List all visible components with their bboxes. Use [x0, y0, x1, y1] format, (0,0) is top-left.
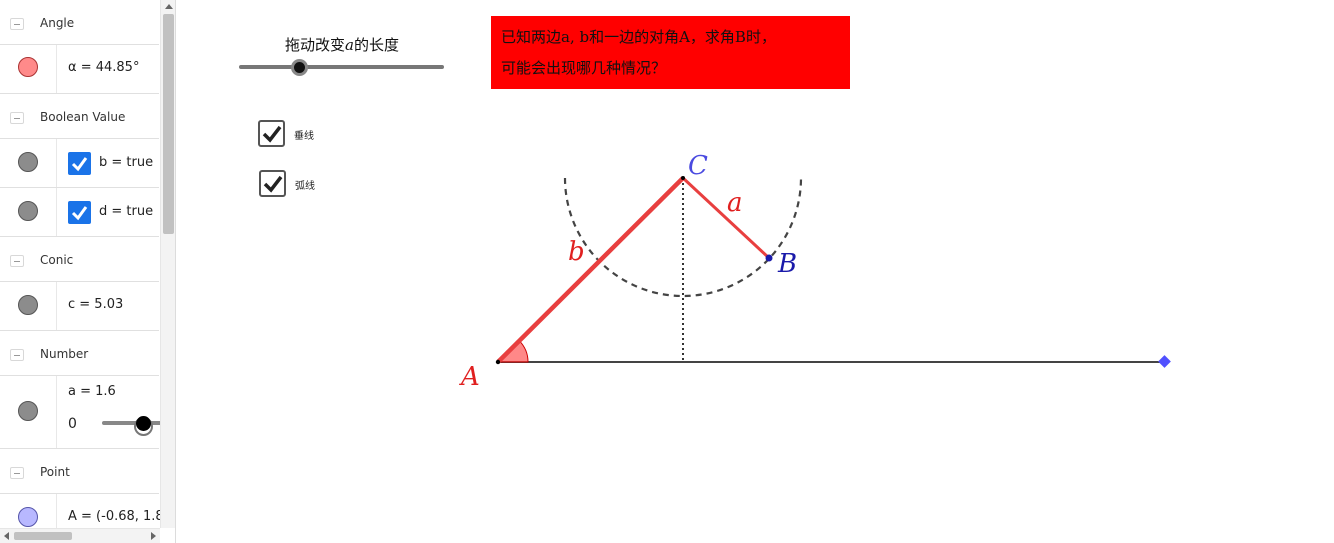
algebra-value-c[interactable]: c = 5.03: [68, 297, 123, 312]
collapse-icon[interactable]: [10, 255, 24, 267]
group-label-number: Number: [40, 347, 89, 361]
checkbox-d[interactable]: [68, 201, 91, 224]
group-header-boolean[interactable]: Boolean Value: [0, 94, 159, 139]
visibility-toggle-icon[interactable]: [18, 152, 38, 172]
algebra-row-b[interactable]: b = true: [0, 139, 159, 188]
graphics-view[interactable]: 拖动改变a的长度 垂线 弧线 已知两边a, b和一边的对角A，求角B时， 可能会…: [177, 0, 1334, 543]
algebra-row-alpha[interactable]: α = 44.85°: [0, 45, 159, 94]
group-label-conic: Conic: [40, 253, 74, 267]
group-label-angle: Angle: [40, 16, 75, 30]
algebra-value-alpha[interactable]: α = 44.85°: [68, 60, 139, 75]
slider-caption-suffix: 的长度: [353, 36, 399, 54]
vertical-scrollbar[interactable]: [160, 0, 175, 528]
checkmark-icon: [262, 125, 282, 143]
collapse-icon[interactable]: [10, 18, 24, 30]
group-header-point[interactable]: Point: [0, 449, 159, 494]
point-A[interactable]: [495, 359, 501, 365]
scrollbar-thumb[interactable]: [14, 532, 72, 540]
algebra-value-a[interactable]: a = 1.6: [68, 384, 116, 399]
checkmark-icon: [263, 175, 283, 193]
label-C[interactable]: C: [688, 151, 708, 181]
visibility-toggle-icon[interactable]: [18, 57, 38, 77]
visibility-toggle-icon[interactable]: [18, 201, 38, 221]
checkbox-perpendicular-label: 垂线: [294, 131, 314, 142]
algebra-view: Angle α = 44.85° Boolean Value b = true: [0, 0, 176, 543]
checkmark-icon: [71, 206, 88, 221]
scroll-right-icon[interactable]: [151, 532, 156, 540]
visibility-toggle-icon[interactable]: [18, 401, 38, 421]
ray-end-handle[interactable]: [1158, 355, 1171, 368]
group-label-point: Point: [40, 465, 70, 479]
slider-caption-prefix: 拖动改变: [285, 36, 346, 54]
label-A[interactable]: A: [461, 362, 480, 392]
scroll-left-icon[interactable]: [4, 532, 9, 540]
collapse-icon[interactable]: [10, 112, 24, 124]
algebra-row-d[interactable]: d = true: [0, 188, 159, 237]
checkbox-arc-label: 弧线: [295, 181, 315, 192]
point-B[interactable]: [765, 254, 773, 262]
label-B[interactable]: B: [778, 249, 797, 279]
group-header-angle[interactable]: Angle: [0, 0, 159, 45]
group-header-conic[interactable]: Conic: [0, 237, 159, 282]
slider-a-knob[interactable]: [291, 59, 308, 76]
slider-caption-var: a: [345, 36, 354, 54]
geogebra-app: Angle α = 44.85° Boolean Value b = true: [0, 0, 1334, 543]
checkbox-b[interactable]: [68, 152, 91, 175]
point-C[interactable]: [681, 176, 685, 180]
checkbox-arc[interactable]: [259, 170, 286, 197]
checkmark-icon: [71, 157, 88, 172]
group-header-number[interactable]: Number: [0, 331, 159, 376]
question-line-1: 已知两边a, b和一边的对角A，求角B时，: [501, 28, 776, 46]
segment-b[interactable]: [496, 176, 685, 364]
scroll-up-icon[interactable]: [165, 4, 173, 9]
group-label-boolean: Boolean Value: [40, 110, 126, 124]
label-b[interactable]: b: [568, 237, 585, 267]
algebra-slider-a-track[interactable]: [102, 421, 162, 425]
visibility-toggle-icon[interactable]: [18, 507, 38, 527]
algebra-value-A[interactable]: A = (-0.68, 1.8: [68, 509, 164, 524]
slider-caption: 拖动改变a的长度: [285, 34, 399, 55]
algebra-row-c[interactable]: c = 5.03: [0, 282, 159, 331]
slider-a-track[interactable]: [239, 65, 444, 69]
scrollbar-thumb[interactable]: [163, 14, 174, 234]
algebra-value-b[interactable]: b = true: [99, 155, 153, 170]
collapse-icon[interactable]: [10, 349, 24, 361]
algebra-row-a[interactable]: a = 1.6 0: [0, 376, 159, 449]
collapse-icon[interactable]: [10, 467, 24, 479]
label-a[interactable]: a: [727, 188, 743, 218]
question-line-2: 可能会出现哪几种情况？: [501, 59, 667, 77]
algebra-value-d[interactable]: d = true: [99, 204, 153, 219]
horizontal-scrollbar[interactable]: [0, 528, 160, 543]
slider-min-label: 0: [68, 416, 77, 432]
visibility-toggle-icon[interactable]: [18, 295, 38, 315]
algebra-slider-a-knob[interactable]: [136, 416, 151, 431]
segment-a[interactable]: [681, 176, 771, 260]
checkbox-perpendicular[interactable]: [258, 120, 285, 147]
question-textbox: 已知两边a, b和一边的对角A，求角B时， 可能会出现哪几种情况？: [491, 16, 850, 89]
